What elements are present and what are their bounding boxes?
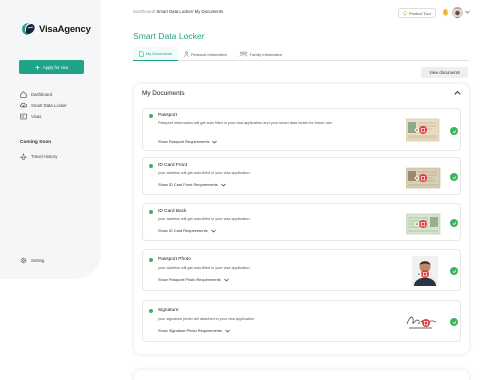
tab-family-information[interactable]: Family Information	[233, 47, 288, 61]
sidebar-nav: Dashboard Smart Data Locker Visas	[20, 89, 67, 122]
document-item-id-card-back: ID Card Back your address will get auto-…	[142, 203, 461, 241]
requirements-label: Show Passport Photo Requirements	[158, 277, 221, 282]
brand-logo[interactable]: VisaAgency	[20, 22, 91, 36]
document-item-id-card-front: ID Card Front your address will get auto…	[142, 157, 461, 195]
globe-logo-icon	[22, 23, 35, 35]
chevron-down-icon[interactable]	[465, 10, 470, 14]
airplane-icon	[20, 153, 27, 160]
gear-icon	[20, 257, 27, 264]
sidebar-item-dashboard[interactable]: Dashboard	[20, 89, 67, 100]
breadcrumb-root[interactable]: Dashboard	[133, 9, 154, 14]
sidebar-item-smart-data-locker[interactable]: Smart Data Locker	[20, 100, 67, 111]
user-avatar-icon	[452, 9, 463, 18]
view-documents-button[interactable]: View documents	[421, 67, 468, 78]
signature-image[interactable]	[406, 309, 442, 336]
show-requirements-button[interactable]: Show Passport Requirements	[158, 139, 218, 144]
lightbulb-icon	[403, 10, 407, 15]
sidebar-item-label: Visas	[31, 114, 42, 119]
section-title: My Documents	[142, 90, 185, 97]
id-card-front-image[interactable]	[406, 164, 442, 191]
status-dot	[149, 210, 153, 214]
show-requirements-button[interactable]: Show ID Card Front Requirements	[158, 182, 226, 187]
sidebar-item-label: Travel History	[31, 154, 58, 159]
bell-icon[interactable]	[442, 8, 449, 17]
sidebar-item-label: Smart Data Locker	[31, 103, 67, 108]
avatar[interactable]	[452, 7, 463, 18]
home-icon	[20, 91, 27, 98]
document-item-passport-photo: Passport Photo your address will get aut…	[142, 249, 461, 291]
sidebar-item-label: Dashboard	[31, 92, 53, 97]
requirements-label: Show ID Card Requirements	[158, 228, 208, 233]
page-title: Smart Data Locker	[133, 31, 205, 41]
apply-for-visa-button[interactable]: Apply for visa	[19, 60, 84, 74]
product-tour-button[interactable]: Product Tour	[398, 8, 436, 18]
document-item-signature: Signature your signature photo will atta…	[142, 300, 461, 342]
sidebar-item-label: Setting	[31, 258, 45, 263]
completed-check-icon	[450, 267, 458, 275]
tab-personal-information[interactable]: Personal Information	[178, 47, 233, 61]
sidebar-item-visas[interactable]: Visas	[20, 111, 67, 122]
status-dot	[149, 164, 153, 168]
document-description: your address will get auto-filled in you…	[158, 171, 250, 175]
secondary-panel	[134, 370, 469, 380]
requirements-label: Show Signature Photo Requirements	[158, 328, 223, 333]
family-icon	[239, 51, 248, 57]
brand-name: VisaAgency	[39, 23, 91, 35]
passport-image[interactable]	[406, 116, 442, 143]
status-dot	[149, 258, 153, 262]
status-dot	[149, 309, 153, 313]
chevron-down-icon	[225, 329, 230, 332]
plus-icon	[35, 65, 40, 69]
document-description: your address will get auto-filled in you…	[158, 217, 250, 221]
completed-check-icon	[450, 127, 458, 135]
chevron-up-icon[interactable]	[454, 90, 461, 96]
tab-label: Family Information	[249, 51, 282, 57]
requirements-label: Show ID Card Front Requirements	[158, 182, 218, 187]
completed-check-icon	[450, 318, 458, 326]
document-description: your signature photo will attached in yo…	[158, 317, 255, 321]
document-title: Passport	[158, 113, 177, 118]
document-title: ID Card Back	[158, 209, 187, 214]
show-requirements-button[interactable]: Show Passport Photo Requirements	[158, 277, 229, 282]
show-requirements-button[interactable]: Show Signature Photo Requirements	[158, 328, 230, 333]
breadcrumb-current: Smart Data Locker/ My Documents	[156, 9, 224, 14]
document-description: Passport information will get auto fille…	[158, 121, 333, 125]
completed-check-icon	[450, 173, 458, 181]
chevron-down-icon	[220, 183, 226, 186]
document-title: Passport Photo	[158, 257, 191, 262]
chevron-down-icon	[223, 278, 229, 281]
product-tour-label: Product Tour	[409, 10, 431, 16]
tab-label: Personal Information	[190, 51, 227, 57]
document-item-passport: Passport Passport information will get a…	[142, 108, 461, 151]
chevron-down-icon	[212, 140, 218, 143]
requirements-label: Show Passport Requirements	[158, 139, 210, 144]
cloud-lock-icon	[20, 102, 27, 108]
chevron-down-icon	[210, 229, 216, 232]
passport-icon	[20, 113, 27, 120]
document-title: ID Card Front	[158, 163, 188, 168]
user-icon	[184, 51, 189, 57]
breadcrumb: Dashboard/ Smart Data Locker/ My Documen…	[133, 9, 223, 14]
sidebar-item-travel-history[interactable]: Travel History	[20, 151, 57, 162]
document-description: your address will get auto-filled in you…	[158, 266, 250, 270]
passport-photo-image[interactable]	[406, 256, 442, 286]
sidebar-item-setting[interactable]: Setting	[20, 255, 44, 266]
tab-my-documents[interactable]: My Documents	[133, 47, 178, 61]
completed-check-icon	[450, 219, 458, 227]
status-dot	[149, 114, 153, 118]
show-requirements-button[interactable]: Show ID Card Requirements	[158, 228, 216, 233]
document-title: Signature	[158, 308, 179, 313]
apply-button-label: Apply for visa	[42, 64, 69, 70]
tab-bar: My Documents Personal Information Family…	[133, 47, 469, 61]
id-card-back-image[interactable]	[406, 210, 442, 237]
sidebar: VisaAgency Apply for visa Dashboard Smar…	[0, 0, 101, 279]
document-icon	[139, 50, 144, 57]
coming-soon-heading: Coming Soon	[20, 140, 52, 145]
my-documents-panel: My Documents Passport Passport informati…	[134, 84, 469, 354]
tab-label: My Documents	[146, 51, 172, 56]
